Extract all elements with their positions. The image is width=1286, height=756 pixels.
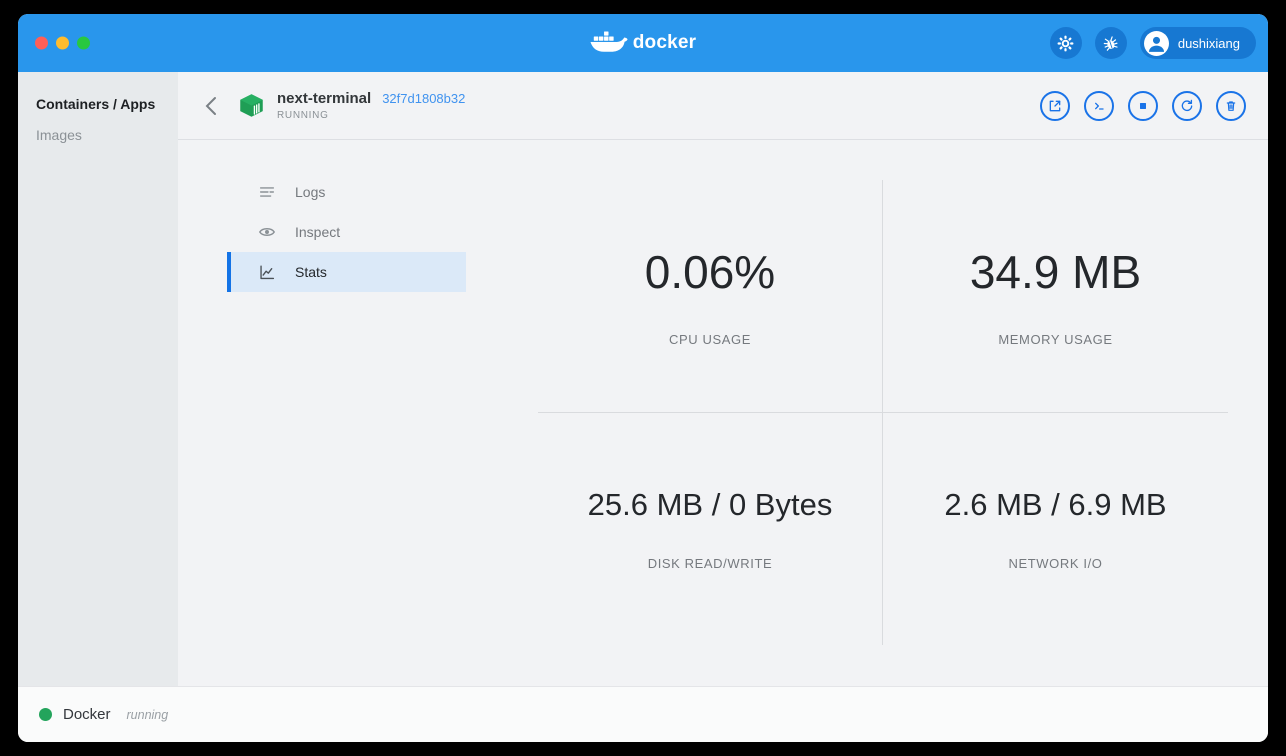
stat-label: CPU USAGE [669, 332, 751, 347]
titlebar-right-controls: dushixiang [1050, 27, 1256, 59]
settings-button[interactable] [1050, 27, 1082, 59]
status-app-name: Docker [63, 706, 111, 723]
tab-stats[interactable]: Stats [227, 252, 466, 292]
tab-label: Logs [295, 184, 325, 200]
cli-button[interactable] [1084, 91, 1114, 121]
troubleshoot-button[interactable] [1095, 27, 1127, 59]
trash-icon [1223, 98, 1239, 114]
stat-value: 0.06% [645, 245, 775, 299]
stop-button[interactable] [1128, 91, 1158, 121]
restart-icon [1179, 98, 1195, 114]
stat-value: 2.6 MB / 6.9 MB [944, 487, 1166, 523]
close-window-button[interactable] [35, 37, 48, 50]
open-external-icon [1047, 98, 1063, 114]
gear-icon [1056, 34, 1075, 53]
back-button[interactable] [198, 93, 224, 119]
eye-icon [258, 225, 276, 239]
delete-button[interactable] [1216, 91, 1246, 121]
open-in-browser-button[interactable] [1040, 91, 1070, 121]
user-name: dushixiang [1178, 36, 1240, 51]
stats-grid: 0.06% CPU USAGE 34.9 MB MEMORY USAGE 25.… [538, 180, 1228, 645]
container-meta: next-terminal 32f7d1808b32 RUNNING [277, 90, 465, 121]
sidebar-item-images[interactable]: Images [36, 127, 160, 143]
container-id[interactable]: 32f7d1808b32 [382, 91, 465, 106]
stats-content: Logs Inspect [178, 140, 1268, 686]
docker-logo: docker [590, 31, 697, 56]
window-controls [35, 37, 90, 50]
stat-value: 25.6 MB / 0 Bytes [588, 487, 833, 523]
stat-memory-usage: 34.9 MB MEMORY USAGE [883, 180, 1228, 413]
container-status: RUNNING [277, 110, 465, 121]
container-header: next-terminal 32f7d1808b32 RUNNING [178, 72, 1268, 140]
status-state: running [127, 708, 169, 722]
container-tabs: Logs Inspect [227, 172, 466, 292]
window-body: Containers / Apps Images [18, 72, 1268, 686]
main-panel: next-terminal 32f7d1808b32 RUNNING [178, 72, 1268, 686]
user-account-button[interactable]: dushixiang [1140, 27, 1256, 59]
stat-label: MEMORY USAGE [998, 332, 1112, 347]
docker-logo-text: docker [633, 32, 697, 54]
logs-icon [258, 184, 276, 200]
tab-label: Inspect [295, 224, 340, 240]
docker-whale-icon [590, 31, 628, 56]
terminal-icon [1091, 98, 1107, 114]
stop-icon [1135, 98, 1151, 114]
tab-label: Stats [295, 264, 327, 280]
stat-network-io: 2.6 MB / 6.9 MB NETWORK I/O [883, 413, 1228, 646]
avatar [1144, 31, 1169, 56]
container-icon [238, 92, 265, 119]
docker-desktop-window: docker [18, 14, 1268, 742]
container-actions [1040, 91, 1246, 121]
stat-label: NETWORK I/O [1009, 556, 1103, 571]
chart-icon [258, 264, 276, 281]
stat-value: 34.9 MB [970, 245, 1141, 299]
docker-running-dot [39, 708, 52, 721]
tab-inspect[interactable]: Inspect [227, 212, 466, 252]
status-bar: Docker running [18, 686, 1268, 742]
restart-button[interactable] [1172, 91, 1202, 121]
screen: docker [0, 0, 1286, 756]
bug-icon [1101, 34, 1120, 53]
minimize-window-button[interactable] [56, 37, 69, 50]
titlebar: docker [18, 14, 1268, 72]
sidebar: Containers / Apps Images [18, 72, 178, 686]
chevron-left-icon [207, 98, 215, 114]
stat-label: DISK READ/WRITE [648, 556, 773, 571]
zoom-window-button[interactable] [77, 37, 90, 50]
stat-disk-read-write: 25.6 MB / 0 Bytes DISK READ/WRITE [538, 413, 883, 646]
tab-logs[interactable]: Logs [227, 172, 466, 212]
sidebar-item-containers-apps[interactable]: Containers / Apps [36, 96, 160, 112]
stat-cpu-usage: 0.06% CPU USAGE [538, 180, 883, 413]
container-name: next-terminal [277, 90, 371, 107]
